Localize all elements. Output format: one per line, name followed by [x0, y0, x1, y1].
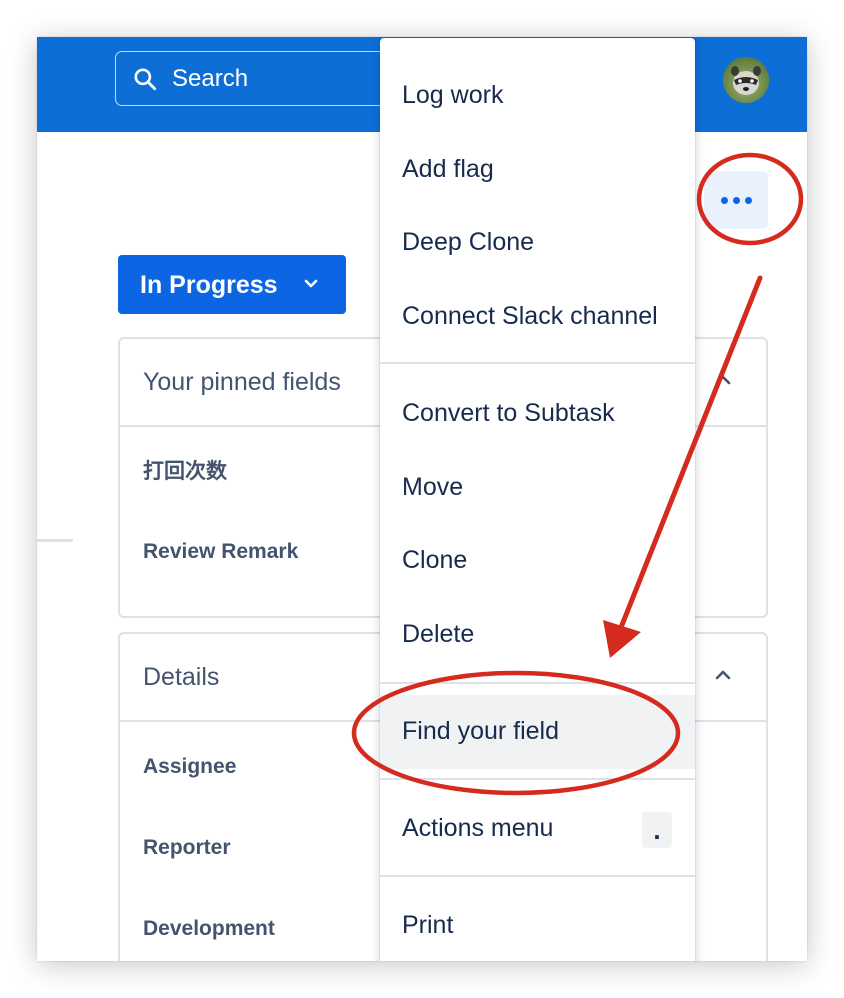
divider — [37, 539, 73, 542]
menu-item-move[interactable]: Move — [380, 451, 695, 525]
more-actions-button[interactable] — [704, 171, 768, 229]
field-label: Assignee — [143, 755, 237, 778]
field-label: Development — [143, 917, 275, 940]
menu-item-actions-menu[interactable]: Actions menu . — [380, 792, 695, 866]
avatar-raccoon-icon — [731, 66, 761, 95]
search-input[interactable]: Search — [115, 51, 405, 106]
jira-issue-view: Search In Progress Your pinned fields 打回… — [37, 37, 807, 961]
menu-item-print[interactable]: Print — [380, 889, 695, 961]
status-label: In Progress — [140, 271, 278, 299]
menu-separator — [380, 362, 695, 364]
field-label: 打回次数 — [143, 460, 227, 483]
details-title: Details — [143, 663, 220, 691]
chevron-up-icon[interactable] — [714, 373, 732, 385]
search-placeholder: Search — [172, 65, 249, 92]
menu-item-connect-slack-channel[interactable]: Connect Slack channel — [380, 280, 695, 354]
field-label: Reporter — [143, 836, 231, 859]
menu-item-label: Connect Slack channel — [402, 302, 658, 330]
menu-item-label: Move — [402, 473, 464, 501]
menu-item-label: Add flag — [402, 155, 494, 183]
menu-item-label: Convert to Subtask — [402, 399, 615, 427]
menu-separator — [380, 682, 695, 684]
menu-item-add-flag[interactable]: Add flag — [380, 133, 695, 207]
menu-item-log-work[interactable]: Log work — [380, 59, 695, 133]
keyboard-shortcut-badge: . — [642, 812, 672, 848]
menu-item-label: Actions menu — [402, 814, 554, 842]
pinned-fields-title: Your pinned fields — [143, 368, 341, 396]
avatar[interactable] — [723, 57, 769, 103]
menu-item-label: Print — [402, 911, 454, 939]
chevron-up-icon[interactable] — [714, 668, 732, 680]
menu-separator — [380, 875, 695, 877]
more-actions-dropdown: Log work Add flag Deep Clone Connect Sla… — [380, 38, 695, 961]
menu-item-label: Delete — [402, 620, 475, 648]
menu-item-label: Log work — [402, 81, 504, 109]
menu-item-deep-clone[interactable]: Deep Clone — [380, 206, 695, 280]
more-dot-icon — [721, 197, 728, 204]
menu-item-find-your-field[interactable]: Find your field — [380, 695, 695, 769]
more-dot-icon — [733, 197, 740, 204]
menu-item-label: Deep Clone — [402, 228, 535, 256]
menu-item-convert-to-subtask[interactable]: Convert to Subtask — [380, 377, 695, 451]
menu-item-delete[interactable]: Delete — [380, 598, 695, 672]
menu-item-clone[interactable]: Clone — [380, 524, 695, 598]
search-icon — [134, 68, 157, 91]
field-label: Review Remark — [143, 540, 299, 563]
menu-separator — [380, 778, 695, 780]
menu-item-label: Clone — [402, 546, 468, 574]
status-transition-button[interactable]: In Progress — [118, 255, 346, 314]
chevron-down-icon — [304, 279, 318, 288]
more-dot-icon — [745, 197, 752, 204]
menu-item-label: Find your field — [402, 717, 560, 745]
